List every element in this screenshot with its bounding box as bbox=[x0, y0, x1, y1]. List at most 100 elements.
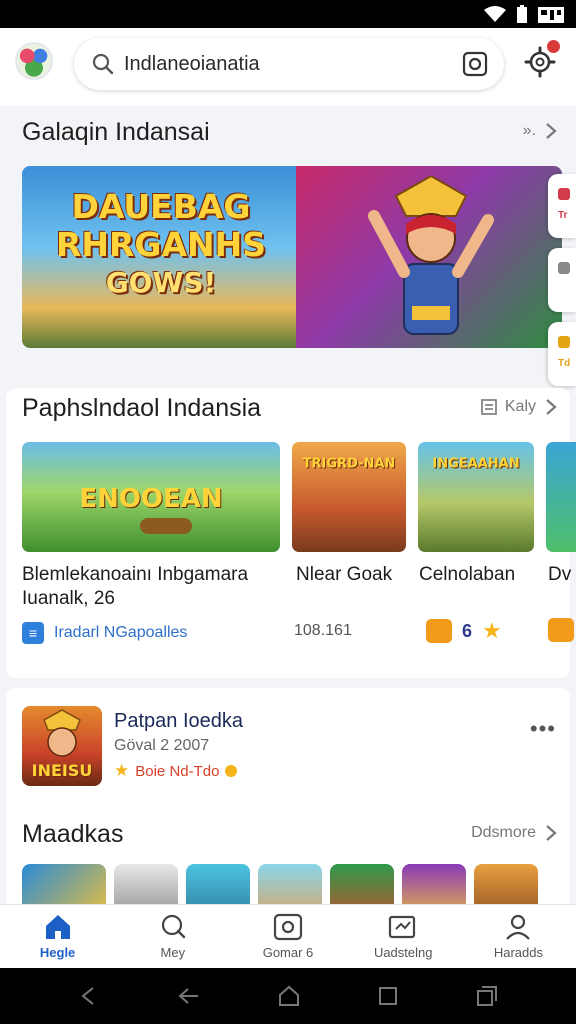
side-tab[interactable] bbox=[548, 248, 576, 312]
recents-icon[interactable] bbox=[376, 984, 400, 1008]
nav-label: Uadstelng bbox=[373, 945, 433, 960]
home-button-icon[interactable] bbox=[277, 984, 301, 1008]
search-bar[interactable] bbox=[74, 38, 504, 90]
section-title: Maadkas bbox=[22, 820, 124, 848]
nav-item-profile[interactable]: Haradds bbox=[461, 905, 576, 968]
section-action-label: Kaly bbox=[504, 398, 536, 415]
nav-item-updates[interactable]: Uadstelng bbox=[346, 905, 461, 968]
popular-section-header: Paphslndaol Indansia Kaly bbox=[0, 390, 576, 430]
bottom-navigation: Hegle Mey Gomar 6 Uadstelng Haradds bbox=[0, 904, 576, 968]
game-card-title[interactable]: Nlear Goak bbox=[296, 563, 392, 587]
banner-title: DAUEBAG RHRGANHS GOWS! bbox=[36, 188, 286, 302]
banner-subtitle: GOWS! bbox=[105, 266, 217, 299]
side-tab[interactable]: Td bbox=[548, 322, 576, 386]
game-card-thumbnail[interactable]: ENOOEAN bbox=[22, 442, 280, 552]
app-icon-label: INEISU bbox=[31, 761, 93, 780]
rating-value: 6 bbox=[462, 620, 473, 641]
side-tab-icon bbox=[558, 188, 570, 200]
nav-label: Hegle bbox=[39, 945, 76, 960]
coin-icon bbox=[225, 765, 238, 777]
side-quick-tabs: Tr Td bbox=[548, 174, 576, 396]
chat-icon bbox=[161, 914, 185, 939]
top-bar bbox=[0, 28, 576, 106]
star-icon: ★ bbox=[114, 761, 130, 780]
settings-button[interactable] bbox=[522, 40, 562, 82]
games-icon bbox=[273, 913, 303, 941]
section-action-label: ». bbox=[522, 122, 536, 139]
featured-app-icon[interactable]: INEISU bbox=[22, 706, 102, 786]
signal-icon bbox=[538, 7, 564, 23]
home-icon bbox=[45, 915, 70, 939]
game-card-thumbnail[interactable] bbox=[546, 442, 576, 552]
popular-games-row: ENOOEAN TRIGRD-NAN INGEAAHAN bbox=[22, 442, 576, 552]
more-options-icon[interactable]: ••• bbox=[530, 716, 556, 742]
installs-count: 108.161 bbox=[294, 622, 352, 639]
side-tab-icon bbox=[558, 262, 570, 274]
rating-badge-icon bbox=[548, 618, 574, 642]
section-action-label: Ddsmore bbox=[471, 824, 536, 841]
lens-icon[interactable] bbox=[462, 51, 488, 77]
list-icon bbox=[481, 399, 497, 415]
search-icon bbox=[92, 53, 114, 75]
popular-section-action[interactable]: Kaly bbox=[481, 398, 558, 416]
installs-stat: 108.161 bbox=[294, 622, 352, 640]
featured-section-header: Galaqin Indansai ». bbox=[0, 114, 576, 154]
banner-hero-art[interactable] bbox=[296, 166, 562, 348]
more-section-action[interactable]: Ddsmore bbox=[471, 824, 558, 842]
status-bar bbox=[0, 0, 576, 28]
game-card-title[interactable]: Blemlekanoainı Inbgamara Iuanalk, 26 bbox=[22, 563, 282, 611]
hero-character-image bbox=[368, 176, 494, 335]
system-navigation-bar bbox=[0, 968, 576, 1024]
chevron-right-icon bbox=[546, 399, 557, 415]
thumbnail-play-badge bbox=[140, 518, 192, 534]
app-logo[interactable] bbox=[15, 42, 53, 80]
developer-row[interactable]: ≡ Iradarl NGapoalles bbox=[22, 622, 187, 644]
section-title: Galaqin Indansai bbox=[22, 118, 210, 146]
game-card-thumbnail[interactable]: INGEAAHAN bbox=[418, 442, 534, 552]
chevron-right-icon bbox=[546, 825, 557, 841]
section-title: Paphslndaol Indansia bbox=[22, 394, 262, 422]
featured-app-date: Göval 2 2007 bbox=[114, 737, 210, 754]
developer-icon: ≡ bbox=[22, 622, 44, 644]
wifi-icon bbox=[484, 6, 506, 22]
featured-app-title[interactable]: Patpan Ioedka bbox=[114, 710, 243, 733]
thumbnail-title: ENOOEAN bbox=[79, 484, 223, 515]
game-card-title[interactable]: Dv bbox=[548, 563, 571, 587]
back-arrow-icon[interactable] bbox=[176, 984, 202, 1008]
side-tab[interactable]: Tr bbox=[548, 174, 576, 238]
app-character-image bbox=[43, 709, 81, 757]
featured-app-tag-text: Boie Nd-Tdo bbox=[135, 762, 220, 780]
rating-badge-icon bbox=[426, 619, 452, 643]
featured-banner-carousel[interactable]: DAUEBAG RHRGANHS GOWS! bbox=[22, 166, 562, 348]
nav-label: Mey bbox=[160, 945, 186, 960]
chevron-right-icon bbox=[546, 123, 557, 139]
game-card-thumbnail[interactable]: TRIGRD-NAN bbox=[292, 442, 406, 552]
nav-label: Gomar 6 bbox=[262, 945, 314, 960]
rating-row: 6 ★ bbox=[426, 618, 502, 644]
more-section-header: Maadkas Ddsmore bbox=[0, 816, 576, 856]
search-input[interactable] bbox=[124, 51, 424, 77]
nav-label: Haradds bbox=[493, 945, 543, 960]
featured-section-action[interactable]: ». bbox=[523, 122, 558, 140]
game-card-title[interactable]: Celnolaban bbox=[419, 563, 515, 587]
notification-badge bbox=[547, 40, 560, 53]
back-icon[interactable] bbox=[77, 984, 101, 1008]
developer-name: Iradarl NGapoalles bbox=[54, 624, 188, 641]
featured-app-tag: ★ Boie Nd-Tdo bbox=[114, 761, 238, 781]
side-tab-label: Tr bbox=[558, 210, 568, 221]
side-tab-label: Td bbox=[558, 358, 571, 369]
star-icon: ★ bbox=[482, 618, 502, 643]
profile-icon bbox=[506, 914, 531, 940]
banner-title-text: DAUEBAG RHRGANHS bbox=[55, 187, 267, 264]
thumbnail-title: TRIGRD-NAN bbox=[302, 456, 396, 472]
nav-item-chat[interactable]: Mey bbox=[115, 905, 230, 968]
nav-item-games[interactable]: Gomar 6 bbox=[230, 905, 345, 968]
battery-icon bbox=[517, 5, 527, 23]
nav-item-home[interactable]: Hegle bbox=[0, 905, 115, 968]
side-tab-icon bbox=[558, 336, 570, 348]
banner-game-title[interactable]: DAUEBAG RHRGANHS GOWS! bbox=[22, 166, 296, 348]
updates-icon bbox=[389, 915, 416, 939]
thumbnail-title: INGEAAHAN bbox=[432, 456, 520, 472]
app-screen: Galaqin Indansai ». DAUEBAG RHRGANHS GOW… bbox=[0, 28, 576, 968]
overview-icon[interactable] bbox=[475, 984, 499, 1008]
